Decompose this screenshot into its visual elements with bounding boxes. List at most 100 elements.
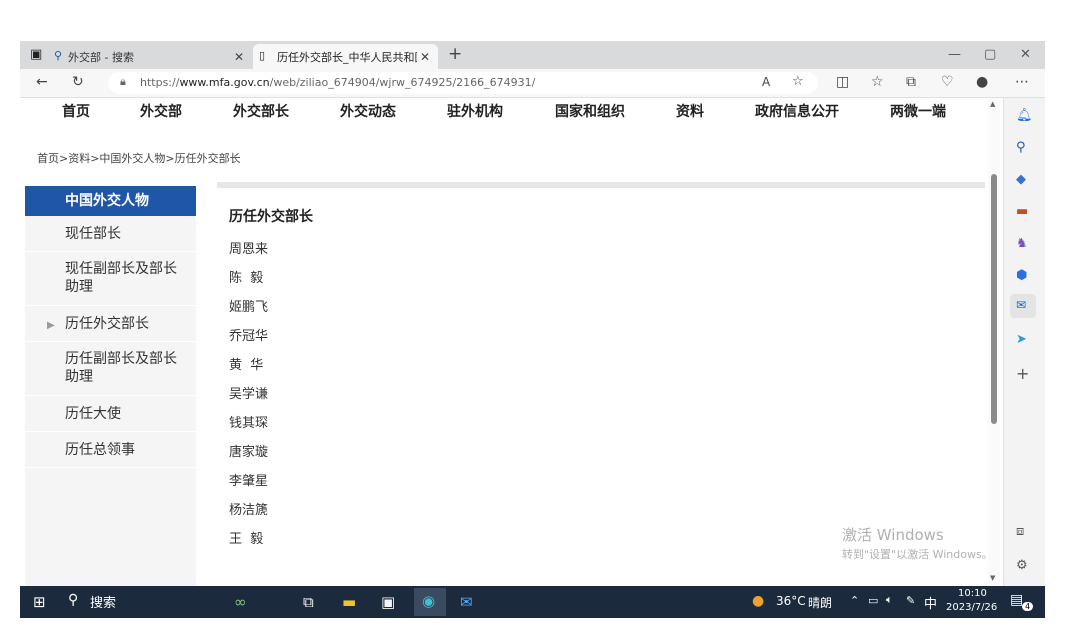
refresh-icon[interactable]: ↻ [72,74,84,90]
page-icon: ▯ [259,49,266,62]
person-link[interactable]: 乔冠华 [229,325,268,344]
clock-date[interactable]: 2023/7/26 [946,602,997,613]
close-icon[interactable]: ✕ [234,50,244,64]
breadcrumb[interactable]: 首页>资料>中国外交人物>历任外交部长 [37,150,241,166]
weather-temp[interactable]: 36°C [776,594,806,608]
nav-item-missions[interactable]: 驻外机构 [447,101,503,121]
browser-window: ▣ ⚲ 外交部 - 搜索 ✕ ▯ 历任外交部长_中华人民共和国外 ✕ + — ▢… [20,41,1045,618]
tab-current[interactable]: ▯ 历任外交部长_中华人民共和国外 ✕ [253,44,438,69]
minimize-icon[interactable]: — [948,47,961,62]
pen-icon[interactable]: ✎ [906,594,915,607]
profile-icon[interactable]: ● [976,74,988,90]
bell-icon[interactable]: 🔔︎ [1016,108,1033,123]
sidebar-item-former-vice[interactable]: 历任副部长及部长助理 [25,342,196,396]
activation-watermark-title: 激活 Windows [842,526,944,544]
new-tab-icon[interactable]: + [448,44,462,64]
volume-icon[interactable]: 🔈︎ [886,593,893,607]
person-link[interactable]: 杨洁篪 [229,499,268,518]
favorites-icon[interactable]: ☆ [871,74,884,90]
person-link[interactable]: 唐家璇 [229,441,268,460]
windows-taskbar: ⊞ ⚲ 搜索 ∞ ⧉ ▬ ▣ ◉ ✉ ● 36°C 晴朗 ⌃ ▭ 🔈︎ ✎ 中 … [20,586,1045,618]
scrollbar-thumb[interactable] [991,174,997,424]
widget-icon[interactable]: ∞ [234,593,247,611]
weather-sun-icon: ● [752,593,765,609]
nav-item-countries[interactable]: 国家和组织 [555,101,625,121]
sidebar-item-former-ministers[interactable]: ▶ 历任外交部长 [25,306,196,342]
address-toolbar: ← ↻ 🔒︎ https://www.mfa.gov.cn/web/ziliao… [20,69,1045,98]
person-link[interactable]: 黄 华 [229,354,263,373]
content-title: 历任外交部长 [229,209,313,225]
sidebar-header[interactable]: 中国外交人物 [25,186,196,216]
screenshot-icon[interactable]: ⧈ [1016,524,1024,539]
address-bar[interactable]: 🔒︎ https://www.mfa.gov.cn/web/ziliao_674… [108,72,818,94]
task-view-icon[interactable]: ⧉ [303,593,314,611]
taskbar-search-label[interactable]: 搜索 [90,592,116,611]
collections-icon[interactable]: ⧉ [906,74,916,90]
games-icon[interactable]: ♞ [1016,236,1028,251]
sidebar-item-ambassadors[interactable]: 历任大使 [25,396,196,432]
clock-time[interactable]: 10:10 [958,588,987,599]
notification-count: 4 [1022,602,1034,611]
nav-item-social[interactable]: 两微一端 [890,101,946,121]
read-aloud-icon[interactable]: A [762,75,770,89]
outlook-icon[interactable]: ✉ [1010,294,1036,318]
url-text[interactable]: https://www.mfa.gov.cn/web/ziliao_674904… [140,76,535,89]
person-link[interactable]: 王 毅 [229,528,263,547]
split-screen-icon[interactable]: ◫ [836,74,849,90]
tab-label: 历任外交部长_中华人民共和国外 [277,50,417,64]
arrow-right-icon: ▶ [47,320,55,331]
battery-icon[interactable]: ▭ [868,594,878,607]
more-menu-icon[interactable]: ⋯ [1015,74,1029,90]
tab-search[interactable]: ⚲ 外交部 - 搜索 ✕ [48,44,252,69]
left-sidebar: 中国外交人物 现任部长 现任副部长及部长助理 ▶ 历任外交部长 历任副部长及部长… [25,186,196,586]
person-link[interactable]: 吴学谦 [229,383,268,402]
add-icon[interactable]: + [1016,364,1029,383]
tab-bar: ▣ ⚲ 外交部 - 搜索 ✕ ▯ 历任外交部长_中华人民共和国外 ✕ + — ▢… [20,41,1045,69]
nav-item-home[interactable]: 首页 [62,101,90,121]
nav-item-info[interactable]: 政府信息公开 [755,101,839,121]
person-link[interactable]: 钱其琛 [229,412,268,431]
sidebar-item-consuls[interactable]: 历任总领事 [25,432,196,468]
scroll-down-icon[interactable]: ▼ [990,574,995,582]
favorite-star-icon[interactable]: ☆ [792,74,804,89]
nav-item-news[interactable]: 外交动态 [340,101,396,121]
send-icon[interactable]: ➤ [1016,332,1027,347]
windows-start-icon[interactable]: ⊞ [33,593,46,611]
search-icon[interactable]: ⚲ [68,592,78,608]
ime-indicator[interactable]: 中 [924,593,937,612]
tray-chevron-up-icon[interactable]: ⌃ [850,594,859,607]
store-icon[interactable]: ▣ [381,593,395,611]
web-page: 首页 外交部 外交部长 外交动态 驻外机构 国家和组织 资料 政府信息公开 两微… [20,98,1003,586]
lock-icon[interactable]: 🔒︎ [120,75,126,89]
person-link[interactable]: 周恩来 [229,238,268,257]
edge-taskbar-icon[interactable]: ◉ [414,588,446,616]
nav-item-resources[interactable]: 资料 [676,101,704,121]
briefcase-icon[interactable]: ▬ [1016,204,1028,219]
nav-item-mfa[interactable]: 外交部 [140,101,182,121]
mail-icon[interactable]: ✉ [460,593,473,611]
activation-watermark-text: 转到"设置"以激活 Windows。 [842,548,993,561]
back-icon[interactable]: ← [36,74,48,90]
office-icon[interactable]: ⬢ [1016,268,1027,283]
main-nav: 首页 外交部 外交部长 外交动态 驻外机构 国家和组织 资料 政府信息公开 两微… [20,98,1003,122]
sidebar-item-current-minister[interactable]: 现任部长 [25,216,196,252]
health-icon[interactable]: ♡ [941,74,954,90]
tab-label: 外交部 - 搜索 [68,50,134,64]
search-icon[interactable]: ⚲ [1016,140,1026,155]
settings-gear-icon[interactable]: ⚙ [1016,558,1028,573]
weather-desc[interactable]: 晴朗 [808,594,832,611]
tag-icon[interactable]: ◆ [1016,172,1026,187]
close-icon[interactable]: ✕ [420,50,430,64]
person-link[interactable]: 姬鹏飞 [229,296,268,315]
tab-actions-icon[interactable]: ▣ [30,47,42,62]
scroll-up-icon[interactable]: ▲ [990,100,995,108]
person-link[interactable]: 李肇星 [229,470,268,489]
edge-sidebar: 🔔︎ ⚲ ◆ ▬ ♞ ⬢ ✉ ➤ + ⧈ ⚙ [1003,98,1045,586]
file-explorer-icon[interactable]: ▬ [342,593,356,611]
page-scrollbar[interactable]: ▲ ▼ [988,98,1000,586]
person-link[interactable]: 陈 毅 [229,267,263,286]
maximize-icon[interactable]: ▢ [984,47,996,62]
sidebar-item-current-vice[interactable]: 现任副部长及部长助理 [25,252,196,306]
nav-item-minister[interactable]: 外交部长 [233,101,289,121]
close-window-icon[interactable]: ✕ [1020,47,1031,62]
